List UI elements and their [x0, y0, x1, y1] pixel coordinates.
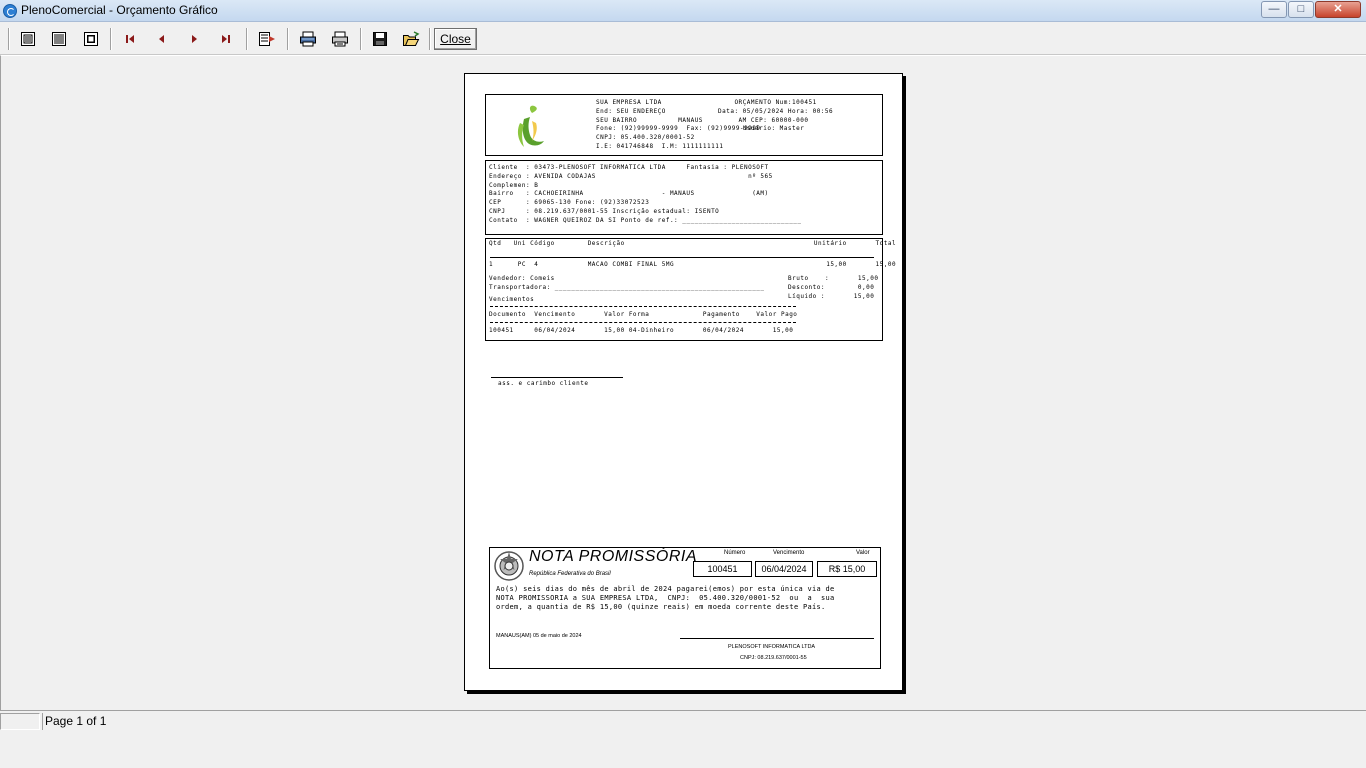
maximize-button[interactable]: □ — [1288, 1, 1314, 18]
close-window-button[interactable]: ✕ — [1315, 1, 1361, 18]
toolbar-separator — [246, 28, 248, 50]
page-indicator: Page 1 of 1 — [42, 713, 1364, 730]
open-icon[interactable] — [400, 28, 422, 50]
title-bar: PlenoComercial - Orçamento Gráfico — □ ✕ — [0, 0, 1366, 22]
next-page-icon[interactable] — [183, 28, 205, 50]
last-page-icon[interactable] — [215, 28, 237, 50]
dash-line — [490, 306, 796, 307]
bottom-area — [0, 730, 1366, 768]
due-title: Vencimentos — [489, 296, 535, 303]
toolbar-separator — [287, 28, 289, 50]
toolbar: Close — [0, 22, 1366, 55]
totals: Bruto : 15,00 Desconto: 0,00 Líquido : 1… — [788, 275, 879, 300]
minimize-button[interactable]: — — [1261, 1, 1287, 18]
print-icon[interactable] — [329, 28, 351, 50]
save-icon[interactable] — [369, 28, 391, 50]
vencimento-label: Vencimento — [773, 550, 805, 556]
due-row: 100451 06/04/2024 15,00 04-Dinheiro 06/0… — [489, 327, 794, 334]
app-icon — [3, 4, 17, 18]
valor-value: R$ 15,00 — [817, 561, 877, 577]
printer-setup-icon[interactable] — [297, 28, 319, 50]
emitter-name: PLENOSOFT INFORMATICA LTDA — [728, 644, 816, 650]
export-icon[interactable] — [256, 28, 278, 50]
toolbar-separator — [360, 28, 362, 50]
client-box: Cliente : 03473-PLENOSOFT INFORMATICA LT… — [485, 160, 883, 235]
first-page-icon[interactable] — [119, 28, 141, 50]
promissory-note: NOTA PROMISSÓRIA República Federativa do… — [489, 547, 881, 669]
report-page: SUA EMPRESA LTDA End: SEU ENDEREÇO SEU B… — [464, 73, 903, 691]
dash-line — [490, 322, 796, 323]
due-header: Documento Vencimento Valor Forma Pagamen… — [489, 311, 798, 318]
valor-label: Valor — [856, 550, 870, 556]
emitter-signature-line — [680, 638, 874, 639]
coat-of-arms-icon — [494, 551, 524, 581]
numero-label: Número — [724, 550, 746, 556]
toolbar-separator — [8, 28, 10, 50]
client-info: Cliente : 03473-PLENOSOFT INFORMATICA LT… — [489, 164, 802, 224]
promissory-subtitle: República Federativa do Brasil — [529, 571, 611, 577]
status-bar: Page 1 of 1 — [0, 710, 1366, 730]
zoom-icon[interactable] — [80, 28, 102, 50]
place-date: MANAUS(AM) 05 de maio de 2024 — [496, 633, 582, 639]
page-width-icon[interactable] — [17, 28, 39, 50]
items-box: Qtd Uni Código Descrição Unitário Total … — [485, 238, 896, 341]
toolbar-separator — [110, 28, 112, 50]
emitter-cnpj: CNPJ: 08.219.637/0001-55 — [740, 655, 807, 661]
signature-line — [491, 377, 623, 378]
status-panel — [0, 713, 40, 730]
numero-value: 100451 — [693, 561, 752, 577]
toolbar-separator — [429, 28, 431, 50]
seller-info: Vendedor: Comeis Transportadora: _______… — [489, 275, 765, 291]
full-page-icon[interactable] — [48, 28, 70, 50]
promissory-title: NOTA PROMISSÓRIA — [529, 548, 698, 565]
company-logo-icon — [517, 105, 544, 147]
vencimento-value: 06/04/2024 — [755, 561, 813, 577]
items-divider — [490, 257, 874, 258]
window-title: PlenoComercial - Orçamento Gráfico — [21, 3, 218, 17]
promissory-text: Ao(s) seis dias do mês de abril de 2024 … — [496, 585, 835, 611]
quote-info: ORÇAMENTO Num:100451 Data: 05/05/2024 Ho… — [718, 99, 834, 133]
item-row: 1 PC 4 MACAO COMBI FINAL 5MG 15,00 15,00 — [489, 261, 897, 268]
signature-label: ass. e carimbo cliente — [498, 380, 589, 387]
company-header: SUA EMPRESA LTDA End: SEU ENDEREÇO SEU B… — [485, 94, 883, 156]
close-button[interactable]: Close — [434, 28, 477, 50]
items-header: Qtd Uni Código Descrição Unitário Total — [489, 240, 897, 247]
prev-page-icon[interactable] — [151, 28, 173, 50]
